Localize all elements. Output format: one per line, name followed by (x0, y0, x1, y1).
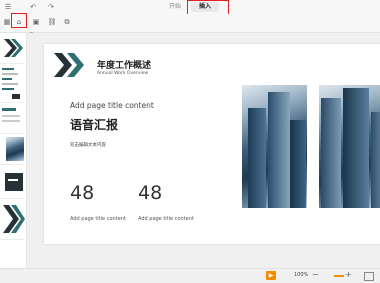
building-photo-right[interactable] (319, 85, 380, 208)
slide-thumbnail[interactable] (0, 134, 25, 165)
annotation-box-2 (11, 13, 27, 28)
slide-thumbnail[interactable] (0, 64, 25, 103)
stat-label[interactable]: Add page title content (138, 216, 194, 222)
play-icon[interactable]: ▶ (266, 271, 276, 280)
undo-icon[interactable]: ↶ (28, 2, 38, 12)
slide-thumbnail-panel (0, 33, 27, 268)
slide-canvas-area: 年度工作概述 Annual Work Overview Add page tit… (27, 33, 380, 268)
fit-screen-icon[interactable] (364, 272, 374, 281)
body-text[interactable]: 双击编辑文本内容 (70, 142, 106, 148)
stat-value[interactable]: 48 (70, 182, 94, 204)
slide-thumbnail[interactable] (0, 33, 25, 64)
slide-thumbnail[interactable] (0, 165, 25, 199)
slide-thumbnail[interactable] (0, 199, 25, 240)
chevron-logo-icon (4, 39, 23, 57)
zoom-out-button[interactable]: − (312, 270, 319, 279)
zoom-slider[interactable] (334, 275, 344, 277)
link-icon[interactable]: ⛓ (47, 17, 57, 27)
stat-value[interactable]: 48 (138, 182, 162, 204)
chevron-logo-icon (3, 205, 25, 233)
zoom-in-button[interactable]: + (345, 270, 352, 279)
tab-start[interactable]: 开始 (163, 2, 187, 12)
menu-icon[interactable]: ☰ (3, 2, 13, 12)
zoom-level[interactable]: 100% (294, 272, 308, 278)
copy-icon[interactable]: ⧉ (62, 17, 72, 27)
heading-text[interactable]: 语音汇报 (70, 116, 118, 133)
image-icon[interactable]: ▣ (31, 17, 41, 27)
status-bar: ▶ 100% − + (0, 268, 380, 283)
slide-title[interactable]: 年度工作概述 (97, 58, 151, 71)
building-photo-left[interactable] (242, 85, 307, 208)
slide[interactable]: 年度工作概述 Annual Work Overview Add page tit… (44, 44, 380, 244)
redo-icon[interactable]: ↷ (46, 2, 56, 12)
chevron-logo-icon (54, 53, 84, 77)
stat-label[interactable]: Add page title content (70, 216, 126, 222)
page-title-text[interactable]: Add page title content (70, 101, 154, 110)
slide-thumbnail[interactable] (0, 103, 25, 134)
insert-toolbar: ▦ ⌂ ▣ ⛓ ⧉ (0, 14, 380, 33)
slide-subtitle[interactable]: Annual Work Overview (97, 71, 148, 76)
